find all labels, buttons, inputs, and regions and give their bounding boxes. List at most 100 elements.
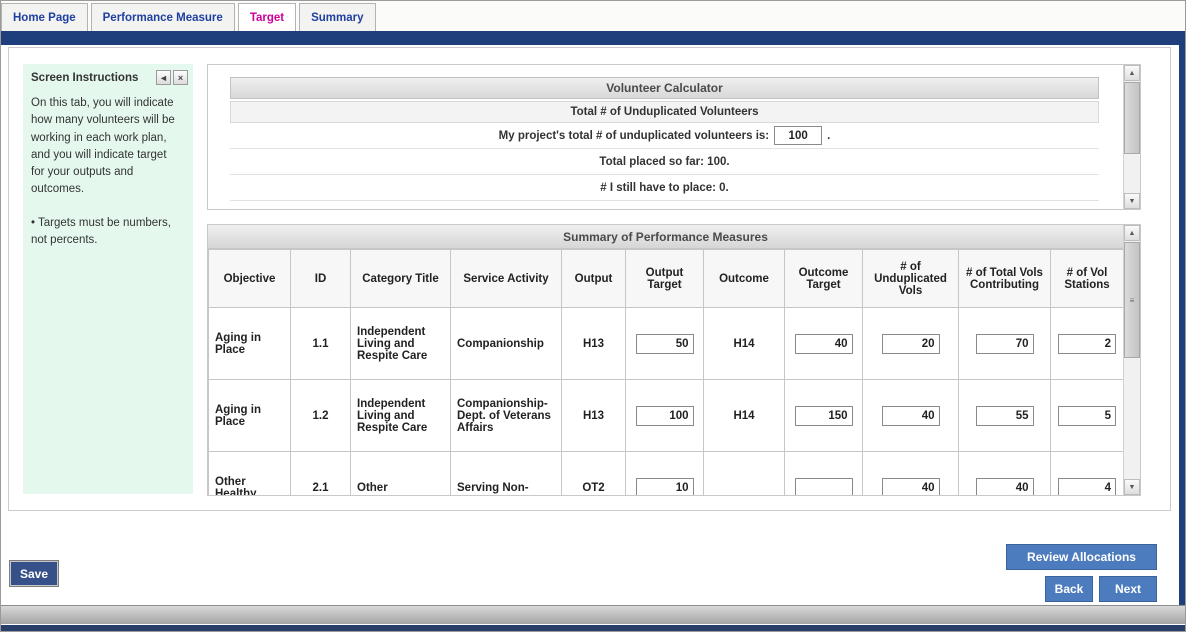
instructions-text: On this tab, you will indicate how many … (23, 89, 193, 199)
column-header-outcome-target: Outcome Target (785, 250, 863, 308)
screen-instructions-header: Screen Instructions ◄ × (23, 64, 193, 89)
performance-measures-table: Objective ID Category Title Service Acti… (208, 249, 1123, 495)
tab-performance-measure[interactable]: Performance Measure (91, 3, 235, 31)
outcome-target-input[interactable] (795, 406, 853, 426)
next-button[interactable]: Next (1099, 576, 1157, 602)
close-icon: × (178, 73, 183, 83)
volunteer-calculator-panel: Volunteer Calculator Total # of Unduplic… (207, 64, 1141, 210)
scroll-up-icon: ▲ (1129, 70, 1136, 77)
vol-stations-input[interactable] (1058, 406, 1116, 426)
tab-target[interactable]: Target (238, 3, 296, 31)
column-header-category-title: Category Title (351, 250, 451, 308)
column-header-vol-stations: # of Vol Stations (1051, 250, 1124, 308)
performance-measures-content: Summary of Performance Measures Objectiv… (208, 225, 1123, 495)
vertical-scrollbar[interactable]: ▲ ≡ ▼ (1123, 225, 1140, 495)
output-target-input[interactable] (636, 478, 694, 496)
service-activity-cell: Companionship (451, 308, 562, 380)
column-header-total-vols: # of Total Vols Contributing (959, 250, 1051, 308)
id-cell: 2.1 (291, 452, 351, 496)
sentence-period: . (827, 130, 830, 142)
performance-measures-title: Summary of Performance Measures (208, 225, 1123, 249)
unduplicated-vols-input[interactable] (882, 406, 940, 426)
scroll-down-icon: ▼ (1129, 484, 1136, 491)
collapse-panel-button[interactable]: ◄ (156, 70, 171, 85)
scroll-up-icon: ▲ (1129, 230, 1136, 237)
tab-summary[interactable]: Summary (299, 3, 375, 31)
vol-stations-input[interactable] (1058, 478, 1116, 496)
scrollbar-thumb[interactable]: ≡ (1124, 242, 1140, 358)
close-panel-button[interactable]: × (173, 70, 188, 85)
scroll-down-button[interactable]: ▼ (1124, 479, 1140, 495)
scrollbar-thumb[interactable] (1124, 82, 1140, 154)
unduplicated-volunteers-row: My project's total # of unduplicated vol… (230, 123, 1099, 149)
unduplicated-vols-input[interactable] (882, 478, 940, 496)
objective-cell: Other Healthy (209, 452, 291, 496)
application-window: Home Page Performance Measure Target Sum… (0, 0, 1186, 632)
tab-label: Summary (311, 12, 363, 24)
calculator-subtitle: Total # of Unduplicated Volunteers (230, 101, 1099, 123)
output-target-input[interactable] (636, 406, 694, 426)
tab-label: Home Page (13, 12, 76, 24)
column-header-service-activity: Service Activity (451, 250, 562, 308)
outcome-cell: H14 (704, 308, 785, 380)
total-vols-input[interactable] (976, 334, 1034, 354)
back-button[interactable]: Back (1045, 576, 1093, 602)
outcome-cell (704, 452, 785, 496)
unduplicated-vols-input[interactable] (882, 334, 940, 354)
id-cell: 1.2 (291, 380, 351, 452)
tab-bar: Home Page Performance Measure Target Sum… (1, 1, 1185, 31)
column-header-output-target: Output Target (626, 250, 704, 308)
total-vols-input[interactable] (976, 406, 1034, 426)
column-header-id: ID (291, 250, 351, 308)
arrow-left-icon: ◄ (159, 73, 168, 83)
vertical-scrollbar[interactable]: ▲ ▼ (1123, 65, 1140, 209)
output-target-input[interactable] (636, 334, 694, 354)
table-header-row: Objective ID Category Title Service Acti… (209, 250, 1124, 308)
screen-instructions-panel: Screen Instructions ◄ × On this tab, you… (23, 64, 193, 494)
right-accent-strip (1179, 31, 1185, 605)
scroll-up-button[interactable]: ▲ (1124, 225, 1140, 241)
scroll-down-button[interactable]: ▼ (1124, 193, 1140, 209)
service-activity-cell: Serving Non- (451, 452, 562, 496)
column-header-objective: Objective (209, 250, 291, 308)
remaining-to-place-text: # I still have to place: 0. (230, 175, 1099, 201)
objective-cell: Aging in Place (209, 380, 291, 452)
header-accent-bar (1, 31, 1185, 45)
unduplicated-volunteers-label: My project's total # of unduplicated vol… (499, 130, 769, 142)
category-title-cell: Independent Living and Respite Care (351, 380, 451, 452)
save-button[interactable]: Save (9, 560, 59, 587)
tab-label: Target (250, 12, 284, 24)
content-frame: Screen Instructions ◄ × On this tab, you… (8, 47, 1171, 511)
vol-stations-input[interactable] (1058, 334, 1116, 354)
table-row: Aging in Place 1.2 Independent Living an… (209, 380, 1124, 452)
calculator-content: Volunteer Calculator Total # of Unduplic… (208, 65, 1123, 209)
output-cell: OT2 (562, 452, 626, 496)
scrollbar-grip-icon: ≡ (1130, 296, 1135, 305)
scroll-down-icon: ▼ (1129, 198, 1136, 205)
calculator-title: Volunteer Calculator (230, 77, 1099, 99)
unduplicated-volunteers-input[interactable] (774, 126, 822, 145)
back-next-group: Back Next (1045, 576, 1157, 602)
id-cell: 1.1 (291, 308, 351, 380)
performance-measures-panel: Summary of Performance Measures Objectiv… (207, 224, 1141, 496)
table-row: Other Healthy 2.1 Other Serving Non- OT2 (209, 452, 1124, 496)
outcome-target-input[interactable] (795, 478, 853, 496)
screen-instructions-title: Screen Instructions (31, 72, 154, 84)
review-allocations-button[interactable]: Review Allocations (1006, 544, 1157, 570)
outcome-target-input[interactable] (795, 334, 853, 354)
table-row: Aging in Place 1.1 Independent Living an… (209, 308, 1124, 380)
column-header-unduplicated-vols: # of Unduplicated Vols (863, 250, 959, 308)
performance-measures-table-viewport: Objective ID Category Title Service Acti… (208, 249, 1123, 495)
service-activity-cell: Companionship-Dept. of Veterans Affairs (451, 380, 562, 452)
output-cell: H13 (562, 308, 626, 380)
column-header-output: Output (562, 250, 626, 308)
total-placed-text: Total placed so far: 100. (230, 149, 1099, 175)
bottom-accent-line (1, 625, 1185, 631)
category-title-cell: Other (351, 452, 451, 496)
total-vols-input[interactable] (976, 478, 1034, 496)
tab-home-page[interactable]: Home Page (1, 3, 88, 31)
category-title-cell: Independent Living and Respite Care (351, 308, 451, 380)
instructions-note: • Targets must be numbers, not percents. (23, 199, 193, 250)
scroll-up-button[interactable]: ▲ (1124, 65, 1140, 81)
status-bar (1, 605, 1185, 624)
